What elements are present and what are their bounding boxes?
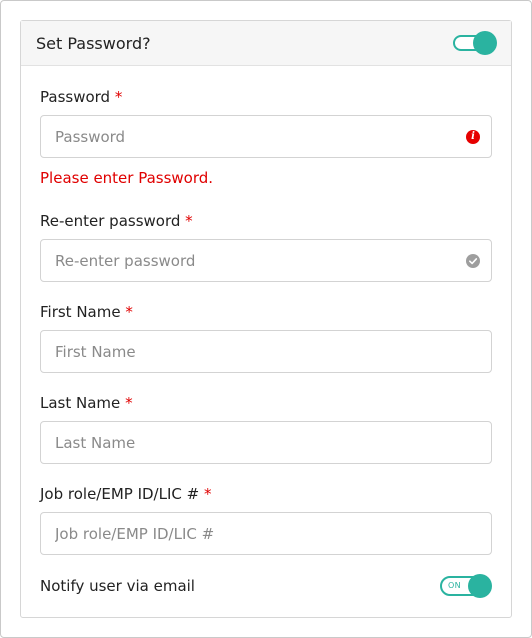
reenter-password-field-group: Re-enter password * [40,211,492,282]
job-role-field-group: Job role/EMP ID/LIC # * [40,484,492,555]
last-name-input-wrapper [40,421,492,464]
check-circle-icon [466,254,480,268]
required-asterisk: * [185,212,193,230]
toggle-knob [468,574,492,598]
job-role-label: Job role/EMP ID/LIC # * [40,484,492,504]
toggle-knob [473,31,497,55]
notify-user-label: Notify user via email [40,577,195,595]
set-password-header: Set Password? [21,21,511,66]
password-error-message: Please enter Password. [40,169,214,187]
last-name-label: Last Name * [40,393,492,413]
set-password-toggle[interactable] [453,31,497,55]
job-role-input-wrapper [40,512,492,555]
required-asterisk: * [125,394,133,412]
job-role-label-text: Job role/EMP ID/LIC # [40,485,200,503]
first-name-label-text: First Name [40,303,121,321]
password-field-group: Password * i [40,87,492,158]
required-asterisk: * [114,88,123,106]
last-name-input[interactable] [41,422,491,463]
last-name-label-text: Last Name [40,394,121,412]
last-name-field-group: Last Name * [40,393,492,464]
reenter-password-input[interactable] [41,240,491,281]
first-name-input-wrapper [40,330,492,373]
required-asterisk: * [204,485,212,503]
first-name-input[interactable] [41,331,491,372]
error-info-icon: i [466,130,480,144]
toggle-on-text: ON [448,581,461,590]
first-name-field-group: First Name * [40,302,492,373]
job-role-input[interactable] [41,513,491,554]
reenter-password-label: Re-enter password * [40,211,492,231]
reenter-password-label-text: Re-enter password [40,212,181,230]
notify-user-row: Notify user via email ON [40,574,492,598]
password-label-text: Password [40,88,111,106]
first-name-label: First Name * [40,302,492,322]
user-form-card: Set Password? Password * i Please enter … [20,20,512,618]
password-input-wrapper: i [40,115,492,158]
password-label: Password * [40,87,492,107]
reenter-password-input-wrapper [40,239,492,282]
notify-user-toggle[interactable]: ON [440,574,492,598]
password-input[interactable] [41,116,491,157]
required-asterisk: * [125,303,133,321]
set-password-title: Set Password? [36,33,151,53]
